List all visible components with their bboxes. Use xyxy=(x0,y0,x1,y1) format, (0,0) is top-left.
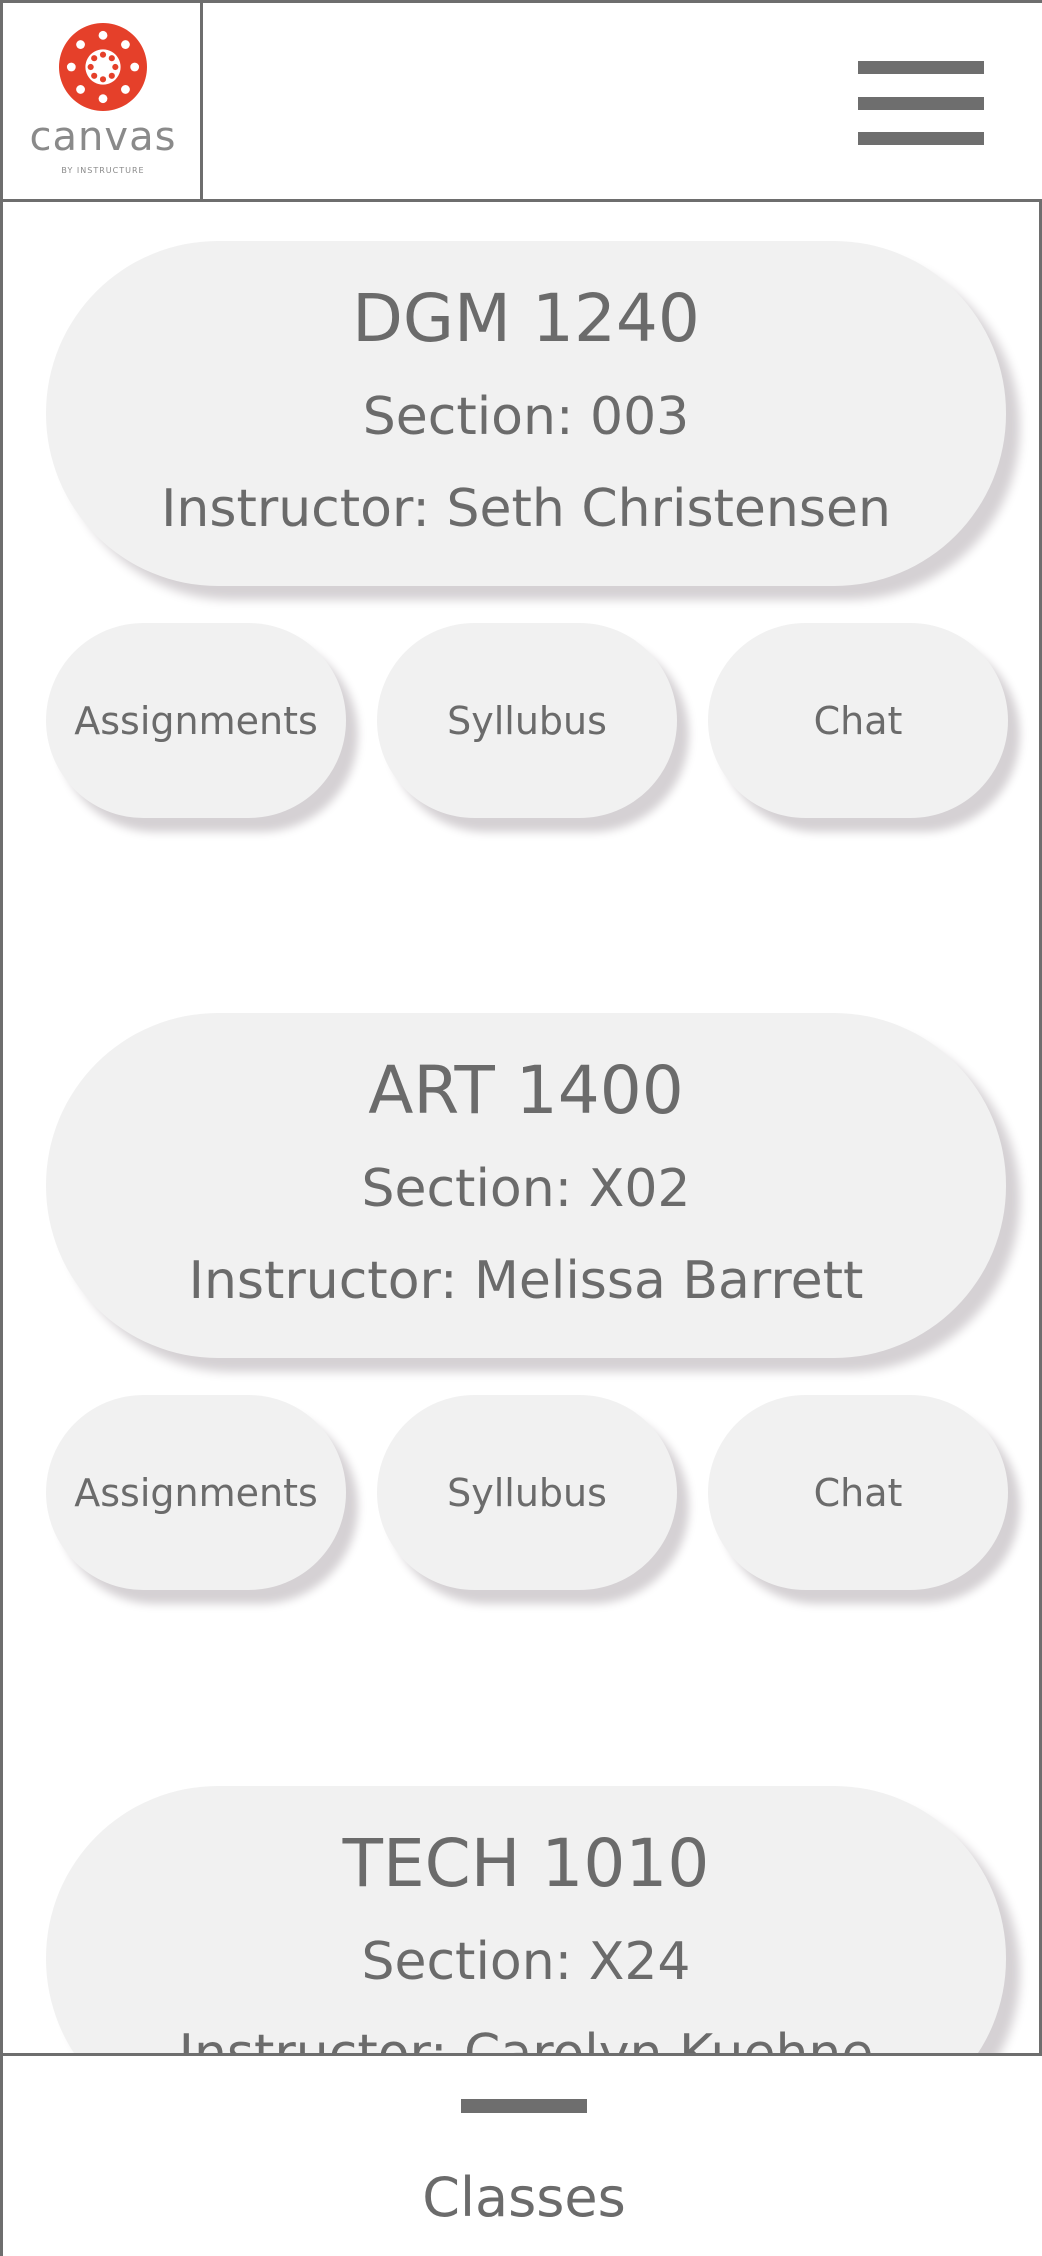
active-tab-indicator xyxy=(461,2099,587,2113)
logo-tagline: BY INSTRUCTURE xyxy=(61,166,145,175)
chat-button[interactable]: Chat xyxy=(708,623,1008,818)
course-card-art-1400[interactable]: ART 1400 Section: X02 Instructor: Meliss… xyxy=(46,1013,1006,1358)
canvas-logo[interactable]: canvas BY INSTRUCTURE xyxy=(3,3,203,202)
syllabus-button[interactable]: Syllubus xyxy=(377,1395,677,1590)
course-instructor: Instructor: Melissa Barrett xyxy=(188,1251,864,1311)
course-section: Section: 003 xyxy=(362,387,690,447)
course-list[interactable]: DGM 1240 Section: 003 Instructor: Seth C… xyxy=(6,205,1042,2055)
app-frame: canvas BY INSTRUCTURE DGM 1240 Section: … xyxy=(0,0,1042,2256)
tab-classes[interactable]: Classes xyxy=(3,2166,1042,2230)
canvas-logo-icon xyxy=(59,23,147,111)
logo-wordmark: canvas xyxy=(29,114,177,160)
course-card-dgm-1240[interactable]: DGM 1240 Section: 003 Instructor: Seth C… xyxy=(46,241,1006,586)
course-section: Section: X24 xyxy=(361,1932,691,1992)
hamburger-menu-icon[interactable] xyxy=(858,61,984,145)
chat-button[interactable]: Chat xyxy=(708,1395,1008,1590)
bottom-navigation: Classes xyxy=(3,2053,1042,2256)
course-instructor: Instructor: Seth Christensen xyxy=(161,479,891,539)
course-title: DGM 1240 xyxy=(352,280,700,357)
assignments-button[interactable]: Assignments xyxy=(46,1395,346,1590)
course-card-tech-1010[interactable]: TECH 1010 Section: X24 Instructor: Carol… xyxy=(46,1786,1006,2055)
course-title: TECH 1010 xyxy=(342,1825,710,1902)
assignments-button[interactable]: Assignments xyxy=(46,623,346,818)
app-header: canvas BY INSTRUCTURE xyxy=(3,3,1042,202)
course-instructor: Instructor: Carolyn Kuehne xyxy=(178,2024,874,2055)
syllabus-button[interactable]: Syllubus xyxy=(377,623,677,818)
course-section: Section: X02 xyxy=(361,1159,691,1219)
course-title: ART 1400 xyxy=(368,1052,684,1129)
